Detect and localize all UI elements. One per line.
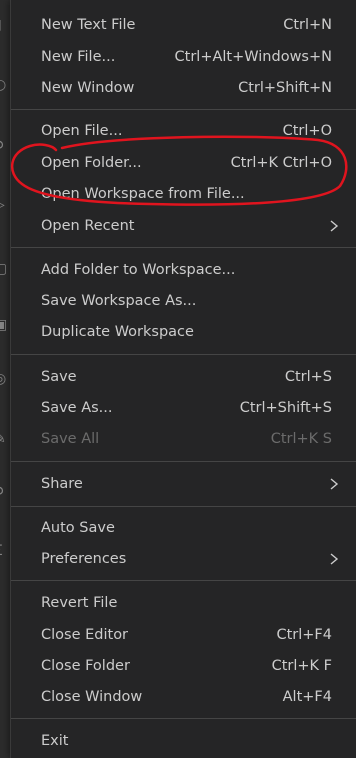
search-icon[interactable]: ○ (0, 78, 8, 92)
menu-item-add-folder-to-workspace[interactable]: Add Folder to Workspace... (11, 255, 356, 285)
menu-item-new-window[interactable]: New Window Ctrl+Shift+N (11, 73, 356, 103)
sigma-icon[interactable]: Σ (0, 544, 8, 558)
menu-item-label: Revert File (41, 595, 118, 611)
menu-item-close-editor[interactable]: Close Editor Ctrl+F4 (11, 620, 356, 650)
menu-item-preferences[interactable]: Preferences (11, 544, 356, 574)
chevron-right-icon (330, 553, 339, 565)
menu-item-shortcut: Ctrl+Alt+Windows+N (174, 49, 332, 65)
menu-item-shortcut: Ctrl+K F (271, 658, 332, 674)
menu-separator (11, 506, 356, 507)
menu-item-shortcut: Ctrl+O (282, 123, 332, 139)
menu-item-auto-save[interactable]: Auto Save (11, 513, 356, 543)
menu-item-label: Save All (41, 431, 100, 447)
remote-explorer-icon[interactable]: ▣ (0, 318, 8, 332)
menu-item-save[interactable]: Save Ctrl+S (11, 362, 356, 392)
menu-item-new-file[interactable]: New File... Ctrl+Alt+Windows+N (11, 42, 356, 72)
menu-item-label: Open Workspace from File... (41, 186, 245, 202)
menu-item-shortcut: Ctrl+Shift+N (238, 80, 332, 96)
menu-item-open-file[interactable]: Open File... Ctrl+O (11, 116, 356, 146)
chevron-right-icon (330, 220, 339, 232)
menu-item-label: Close Folder (41, 658, 130, 674)
menu-item-label: Exit (41, 733, 69, 749)
menu-item-shortcut: Ctrl+F4 (276, 627, 332, 643)
menu-item-label: Save (41, 369, 77, 385)
timeline-icon[interactable]: ⚲ (0, 486, 8, 500)
extensions-icon[interactable]: ▢ (0, 262, 8, 276)
menu-item-save-as[interactable]: Save As... Ctrl+Shift+S (11, 393, 356, 423)
menu-item-revert-file[interactable]: Revert File (11, 588, 356, 618)
menu-item-close-folder[interactable]: Close Folder Ctrl+K F (11, 651, 356, 681)
menu-separator (11, 580, 356, 581)
menu-item-label: Save Workspace As... (41, 293, 197, 309)
menu-item-label: New File... (41, 49, 116, 65)
accounts-icon[interactable]: ◎ (0, 372, 8, 386)
run-debug-icon[interactable]: ▷ (0, 198, 8, 212)
menu-item-label: Close Editor (41, 627, 129, 643)
menu-item-duplicate-workspace[interactable]: Duplicate Workspace (11, 317, 356, 347)
menu-item-save-workspace-as[interactable]: Save Workspace As... (11, 286, 356, 316)
menu-separator (11, 109, 356, 110)
menu-item-close-window[interactable]: Close Window Alt+F4 (11, 682, 356, 712)
menu-item-label: Open Folder... (41, 155, 142, 171)
activity-bar: ▯ ○ ⚲ ▷ ▢ ▣ ◎ ✎ ⚲ Σ (0, 0, 10, 758)
menu-item-label: Open File... (41, 123, 123, 139)
testing-icon[interactable]: ✎ (0, 432, 8, 446)
menu-item-label: Share (41, 476, 83, 492)
menu-item-shortcut: Ctrl+S (284, 369, 332, 385)
menu-separator (11, 354, 356, 355)
menu-item-label: Save As... (41, 400, 113, 416)
menu-item-exit[interactable]: Exit (11, 726, 356, 756)
menu-item-label: Add Folder to Workspace... (41, 262, 236, 278)
menu-item-label: Duplicate Workspace (41, 324, 194, 340)
menu-separator (11, 461, 356, 462)
menu-item-open-recent[interactable]: Open Recent (11, 211, 356, 241)
menu-item-share[interactable]: Share (11, 469, 356, 499)
menu-item-open-folder[interactable]: Open Folder... Ctrl+K Ctrl+O (11, 148, 356, 178)
menu-item-label: Auto Save (41, 520, 115, 536)
menu-item-label: New Text File (41, 17, 136, 33)
menu-item-label: Open Recent (41, 218, 135, 234)
menu-separator (11, 247, 356, 248)
menu-item-shortcut: Alt+F4 (282, 689, 332, 705)
menu-item-shortcut: Ctrl+K Ctrl+O (230, 155, 332, 171)
menu-item-shortcut: Ctrl+Shift+S (239, 400, 332, 416)
menu-item-shortcut: Ctrl+K S (270, 431, 332, 447)
menu-item-new-text-file[interactable]: New Text File Ctrl+N (11, 10, 356, 40)
chevron-right-icon (330, 478, 339, 490)
menu-item-label: New Window (41, 80, 135, 96)
source-control-icon[interactable]: ⚲ (0, 140, 8, 154)
file-menu: New Text File Ctrl+N New File... Ctrl+Al… (10, 0, 356, 758)
menu-separator (11, 718, 356, 719)
files-icon[interactable]: ▯ (0, 18, 8, 32)
menu-item-label: Close Window (41, 689, 143, 705)
menu-item-open-workspace-from-file[interactable]: Open Workspace from File... (11, 179, 356, 209)
menu-item-shortcut: Ctrl+N (283, 17, 332, 33)
menu-item-save-all: Save All Ctrl+K S (11, 424, 356, 454)
menu-item-label: Preferences (41, 551, 127, 567)
